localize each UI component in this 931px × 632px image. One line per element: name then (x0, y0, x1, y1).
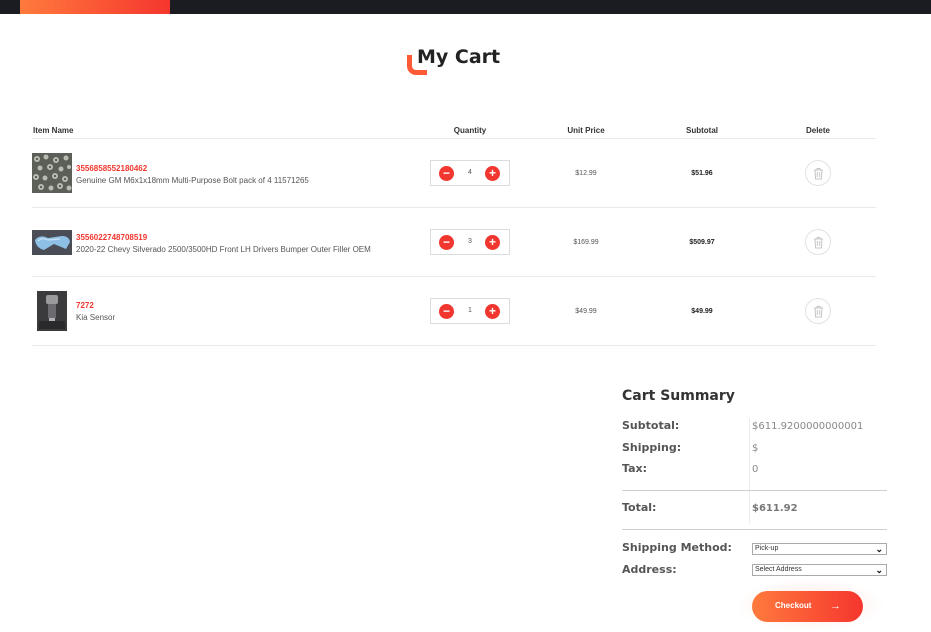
quantity-value[interactable]: 4 (456, 169, 484, 176)
table-row: 7272 Kia Sensor − 1 + $49.99 $49.99 (32, 277, 876, 346)
top-nav-active-tab[interactable] (20, 0, 170, 14)
delete-item-button[interactable] (805, 229, 831, 255)
increase-quantity-button[interactable]: + (485, 304, 500, 319)
arrow-right-icon: → (830, 600, 841, 612)
table-row: 3556858552180462 Genuine GM M6x1x18mm Mu… (32, 139, 876, 208)
item-id-link[interactable]: 3556022748708519 (76, 233, 147, 242)
summary-divider (622, 529, 887, 530)
header-quantity: Quantity (453, 126, 487, 135)
quantity-stepper: − 4 + (430, 160, 510, 186)
decrease-quantity-button[interactable]: − (439, 304, 454, 319)
header-unit-price: Unit Price (567, 126, 605, 135)
table-header: Item Name Quantity Unit Price Subtotal D… (32, 123, 876, 139)
checkout-label: Checkout (775, 601, 812, 610)
item-subtotal: $49.99 (691, 308, 713, 315)
shipping-value: $ (752, 443, 759, 454)
table-row: 3556022748708519 2020-22 Chevy Silverado… (32, 208, 876, 277)
item-name: Kia Sensor (76, 313, 116, 322)
shipping-method-selected: Pick-up (755, 545, 779, 552)
item-id-link[interactable]: 7272 (76, 301, 94, 310)
item-name: 2020-22 Chevy Silverado 2500/3500HD Fron… (76, 245, 371, 254)
shipping-method-select[interactable]: Pick-up ⌄ (752, 543, 887, 555)
item-subtotal: $509.97 (689, 239, 715, 246)
tax-label: Tax: (622, 462, 648, 475)
chevron-down-icon: ⌄ (875, 544, 883, 554)
trash-icon (814, 168, 823, 180)
quantity-value[interactable]: 1 (456, 307, 484, 314)
unit-price: $49.99 (575, 308, 597, 315)
decrease-quantity-button[interactable]: − (439, 235, 454, 250)
subtotal-label: Subtotal: (622, 419, 680, 432)
sensor-image[interactable] (37, 291, 67, 331)
cart-summary-title: Cart Summary (622, 388, 735, 404)
quantity-stepper: − 1 + (430, 298, 510, 324)
bolts-image[interactable] (32, 153, 72, 193)
page-title: My Cart (417, 46, 501, 68)
item-name: Genuine GM M6x1x18mm Multi-Purpose Bolt … (76, 176, 309, 185)
address-selected: Select Address (755, 566, 802, 573)
chevron-down-icon: ⌄ (875, 565, 883, 575)
header-delete: Delete (805, 126, 830, 135)
delete-item-button[interactable] (805, 298, 831, 324)
header-subtotal: Subtotal (686, 126, 718, 135)
bumper-filler-image[interactable] (32, 230, 72, 255)
trash-icon (814, 237, 823, 249)
unit-price: $169.99 (573, 239, 599, 246)
unit-price: $12.99 (575, 170, 597, 177)
total-value: $611.92 (752, 503, 798, 514)
shipping-method-label: Shipping Method: (622, 541, 732, 554)
checkout-button[interactable]: Checkout → (752, 591, 863, 622)
total-label: Total: (622, 501, 657, 514)
subtotal-value: $611.9200000000001 (752, 421, 864, 432)
summary-divider (622, 490, 887, 491)
tax-value: 0 (752, 464, 759, 475)
increase-quantity-button[interactable]: + (485, 235, 500, 250)
top-navigation-bar (0, 0, 931, 14)
address-select[interactable]: Select Address ⌄ (752, 564, 887, 576)
decrease-quantity-button[interactable]: − (439, 166, 454, 181)
item-id-link[interactable]: 3556858552180462 (76, 164, 147, 173)
trash-icon (814, 306, 823, 318)
cart-table: Item Name Quantity Unit Price Subtotal D… (32, 123, 876, 346)
summary-column-divider (749, 418, 750, 524)
shipping-label: Shipping: (622, 441, 682, 454)
increase-quantity-button[interactable]: + (485, 166, 500, 181)
header-item-name: Item Name (33, 126, 74, 135)
address-label: Address: (622, 563, 677, 576)
quantity-stepper: − 3 + (430, 229, 510, 255)
item-subtotal: $51.96 (691, 170, 713, 177)
delete-item-button[interactable] (805, 160, 831, 186)
quantity-value[interactable]: 3 (456, 238, 484, 245)
